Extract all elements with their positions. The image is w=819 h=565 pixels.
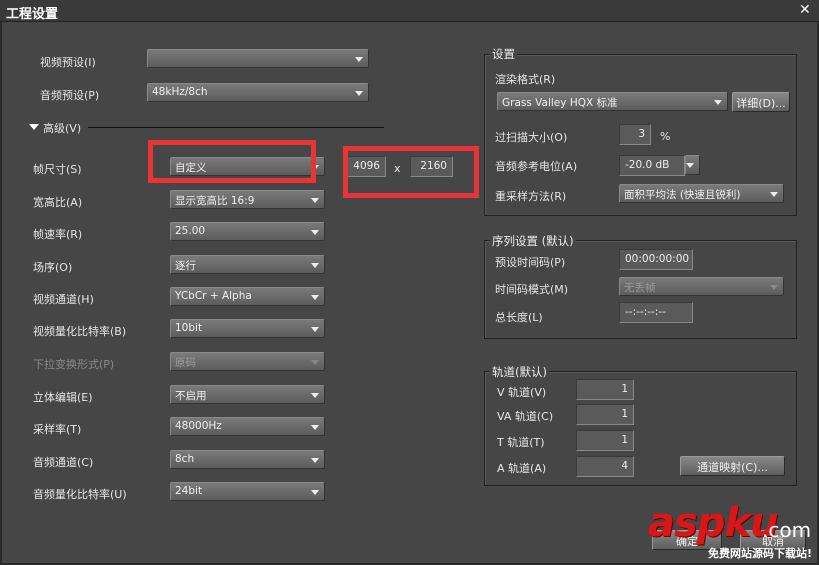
t-track-label: T 轨道(T): [497, 436, 545, 449]
channel-map-button[interactable]: 通道映射(C)...: [680, 456, 785, 476]
details-button[interactable]: 详细(D)...: [732, 92, 790, 112]
setting-dropdown[interactable]: 10bit: [170, 319, 325, 338]
video-preset-dropdown[interactable]: [147, 49, 369, 68]
frame-size-label: 帧尺寸(S): [33, 163, 82, 176]
setting-label: 音频通道(C): [33, 456, 94, 469]
setting-dropdown[interactable]: 8ch: [170, 450, 325, 469]
frame-width-input[interactable]: 4096: [343, 156, 386, 177]
frame-size-separator: x: [394, 162, 401, 175]
render-format-dropdown[interactable]: Grass Valley HQX 标准: [497, 92, 728, 111]
frame-height-input[interactable]: 2160: [410, 156, 453, 177]
close-icon[interactable]: ✕: [799, 2, 811, 18]
window-title: 工程设置: [6, 7, 59, 22]
setting-label: 采样率(T): [33, 423, 82, 436]
setting-label: 场序(O): [33, 261, 73, 274]
setting-label: 宽高比(A): [33, 196, 83, 209]
timecode-input[interactable]: 00:00:00:00: [619, 249, 693, 270]
setting-label: 音频量化比特率(U): [33, 488, 127, 501]
overscan-unit: %: [660, 130, 671, 143]
setting-label: 立体编辑(E): [33, 391, 93, 404]
va-track-label: VA 轨道(C): [497, 410, 554, 423]
setting-dropdown: 原码: [170, 352, 325, 371]
resample-label: 重采样方法(R): [495, 190, 567, 203]
resample-dropdown[interactable]: 面积平均法 (快速且锐利): [619, 184, 784, 203]
setting-dropdown[interactable]: 不启用: [170, 385, 325, 404]
watermark-suffix: .com: [762, 518, 812, 542]
watermark-logo: aspku: [648, 500, 779, 546]
timecode-mode-label: 时间码模式(M): [495, 283, 569, 296]
setting-label: 帧速率(R): [33, 228, 83, 241]
setting-dropdown[interactable]: 显示宽高比 16:9: [170, 190, 325, 209]
a-track-label: A 轨道(A): [497, 462, 547, 475]
render-format-label: 渲染格式(R): [495, 73, 556, 86]
setting-dropdown[interactable]: 逐行: [170, 255, 325, 274]
setting-dropdown[interactable]: 25.00: [170, 222, 325, 241]
setting-dropdown[interactable]: 48000Hz: [170, 417, 325, 436]
v-track-input[interactable]: 1: [576, 379, 634, 400]
overscan-label: 过扫描大小(O): [495, 131, 568, 144]
va-track-input[interactable]: 1: [576, 404, 634, 425]
setting-dropdown[interactable]: YCbCr + Alpha: [170, 287, 325, 306]
timecode-label: 预设时间码(P): [495, 256, 566, 269]
advanced-divider: [88, 127, 384, 128]
setting-label: 下拉变换形式(P): [33, 358, 115, 371]
duration-input[interactable]: --:--:--:--: [619, 302, 693, 323]
audio-preset-dropdown[interactable]: 48kHz/8ch: [147, 83, 369, 102]
audio-preset-label: 音频预设(P): [40, 89, 100, 102]
expand-triangle-icon[interactable]: [29, 124, 39, 130]
video-preset-label: 视频预设(I): [40, 56, 96, 69]
setting-dropdown[interactable]: 24bit: [170, 482, 325, 501]
watermark-tagline: 免费网站源码下载站!: [708, 547, 813, 560]
t-track-input[interactable]: 1: [576, 430, 634, 451]
setting-label: 视频量化比特率(B): [33, 325, 127, 338]
overscan-input[interactable]: 3: [619, 124, 651, 145]
audio-ref-dropdown-button[interactable]: [685, 155, 700, 175]
setting-label: 视频通道(H): [33, 293, 94, 306]
sequence-group-title: 序列设置 (默认): [490, 233, 576, 249]
a-track-input[interactable]: 4: [576, 456, 634, 477]
audio-ref-label: 音频参考电位(A): [495, 160, 578, 173]
v-track-label: V 轨道(V): [497, 386, 547, 399]
advanced-toggle[interactable]: 高级(V): [43, 120, 81, 136]
settings-group-title: 设置: [490, 46, 517, 62]
audio-ref-input[interactable]: -20.0 dB: [619, 155, 685, 176]
tracks-group-title: 轨道(默认): [490, 364, 549, 380]
timecode-mode-dropdown: 无丢帧: [619, 277, 784, 296]
highlight-box-frame-size: [148, 140, 316, 183]
title-bar: [0, 0, 819, 22]
duration-label: 总长度(L): [495, 311, 543, 324]
